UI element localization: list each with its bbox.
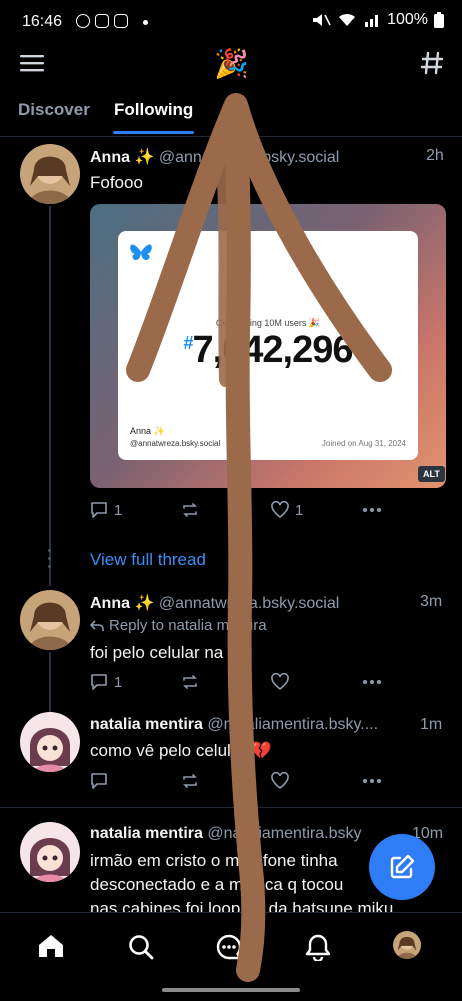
- repost-button[interactable]: [181, 673, 199, 691]
- home-icon[interactable]: [37, 933, 65, 959]
- reply-button[interactable]: 1: [90, 501, 122, 519]
- post-text: foi pelo celular na: [90, 643, 224, 662]
- status-right: 100%: [311, 11, 444, 29]
- hashtag-icon[interactable]: [420, 51, 444, 75]
- more-options-button[interactable]: [362, 501, 382, 519]
- post-time: 2h: [426, 147, 444, 164]
- post-time: 1m: [420, 716, 443, 733]
- author-handle[interactable]: @nataliamentira.bsky: [207, 825, 361, 842]
- author-name[interactable]: Anna ✨: [90, 595, 154, 612]
- status-time: 16:46: [22, 13, 63, 30]
- author-handle[interactable]: @annatwreza.bsky.social: [159, 595, 339, 612]
- feed-tabs: Discover Following: [0, 88, 462, 137]
- whatsapp-icon: [76, 14, 90, 28]
- repost-icon: [183, 503, 197, 517]
- author-handle[interactable]: @annatwreza.bsky.social: [159, 149, 339, 166]
- reply-icon: [91, 674, 107, 690]
- repost-button[interactable]: [181, 501, 199, 519]
- celebration-text: Celebrating 10M users 🎉: [215, 318, 321, 328]
- battery-percent: 100%: [387, 11, 428, 28]
- instagram-icon: [114, 14, 128, 28]
- like-button[interactable]: [271, 673, 289, 691]
- alt-badge[interactable]: ALT: [418, 466, 445, 482]
- author-handle[interactable]: @nataliamentira.bsky....: [207, 716, 378, 733]
- reply-arrow-icon: [90, 619, 104, 631]
- reply-button[interactable]: 1: [90, 673, 122, 691]
- post-text: Fofooo: [90, 173, 143, 192]
- ellipsis-icon: [363, 508, 381, 512]
- app-header: 🎉: [0, 44, 462, 88]
- post-author[interactable]: Anna ✨ @annatwreza.bsky.social: [90, 593, 339, 613]
- status-bar: 16:46 100%: [0, 0, 462, 44]
- post-author[interactable]: Anna ✨ @annatwreza.bsky.social: [90, 147, 339, 167]
- reply-icon: [91, 773, 107, 789]
- more-options-button[interactable]: [362, 772, 382, 790]
- heart-icon: [271, 501, 289, 519]
- repost-button[interactable]: [181, 772, 199, 790]
- milestone-card: Celebrating 10M users 🎉 #7,042,296 Anna …: [118, 231, 418, 460]
- heart-icon: [271, 772, 289, 790]
- wifi-icon: [339, 13, 356, 26]
- system-home-indicator[interactable]: [162, 988, 300, 992]
- battery-icon: [434, 12, 444, 28]
- author-name[interactable]: natalia mentira: [90, 825, 203, 842]
- card-handle: @annatwreza.bsky.social: [130, 439, 221, 448]
- compose-post-button[interactable]: [369, 834, 435, 900]
- reply-button[interactable]: [90, 772, 108, 790]
- thread-line: [49, 206, 51, 586]
- avatar[interactable]: [20, 712, 80, 772]
- repost-icon: [183, 675, 197, 689]
- post-author[interactable]: natalia mentira @nataliamentira.bsky....: [90, 716, 378, 734]
- post-text-line: desconectado e a musica q tocou: [90, 875, 344, 894]
- image-embed[interactable]: Celebrating 10M users 🎉 #7,042,296 Anna …: [90, 204, 446, 488]
- post-divider: [0, 807, 462, 808]
- profile-avatar[interactable]: [393, 931, 421, 959]
- tab-discover[interactable]: Discover: [18, 100, 90, 120]
- chat-icon[interactable]: [215, 933, 243, 961]
- instagram-icon: [95, 14, 109, 28]
- reply-icon: [91, 502, 107, 518]
- hamburger-menu-icon[interactable]: [20, 53, 44, 73]
- like-button[interactable]: [271, 772, 289, 790]
- signal-icon: [365, 15, 379, 27]
- mute-icon: [313, 14, 331, 26]
- post-text-line: irmão em cristo o meu fone tinha: [90, 851, 338, 870]
- like-count: 1: [295, 501, 304, 519]
- notification-icons: [76, 14, 128, 28]
- heart-icon: [271, 673, 289, 691]
- like-button[interactable]: 1: [271, 501, 303, 519]
- avatar[interactable]: [20, 822, 80, 882]
- more-options-button[interactable]: [362, 673, 382, 691]
- reply-count: 1: [114, 673, 123, 691]
- reply-to-label[interactable]: Reply to natalia mentira: [90, 617, 267, 634]
- post-time: 3m: [420, 593, 443, 610]
- card-joined: Joined on Aug 31, 2024: [321, 439, 406, 448]
- author-name[interactable]: Anna ✨: [90, 149, 154, 166]
- repost-icon: [183, 774, 197, 788]
- avatar[interactable]: [20, 144, 80, 204]
- tab-following[interactable]: Following: [114, 100, 193, 120]
- more-notifications-dot: [143, 20, 148, 25]
- user-number: #7,042,296: [183, 329, 353, 371]
- compose-icon: [390, 854, 415, 879]
- butterfly-icon: [130, 244, 152, 260]
- active-tab-indicator: [113, 131, 194, 134]
- author-name[interactable]: natalia mentira: [90, 716, 203, 733]
- thread-dots: [48, 549, 52, 571]
- search-icon[interactable]: [127, 933, 155, 961]
- post-author[interactable]: natalia mentira @nataliamentira.bsky: [90, 825, 361, 843]
- ellipsis-icon: [363, 680, 381, 684]
- reply-count: 1: [114, 501, 123, 519]
- view-full-thread-link[interactable]: View full thread: [90, 550, 206, 570]
- bell-icon[interactable]: [305, 933, 331, 961]
- avatar[interactable]: [20, 590, 80, 650]
- party-popper-icon[interactable]: 🎉: [214, 47, 249, 80]
- ellipsis-icon: [363, 779, 381, 783]
- thread-line: [49, 652, 51, 712]
- card-name: Anna ✨: [130, 426, 165, 436]
- post-text: como vê pelo celular 💔: [90, 741, 272, 760]
